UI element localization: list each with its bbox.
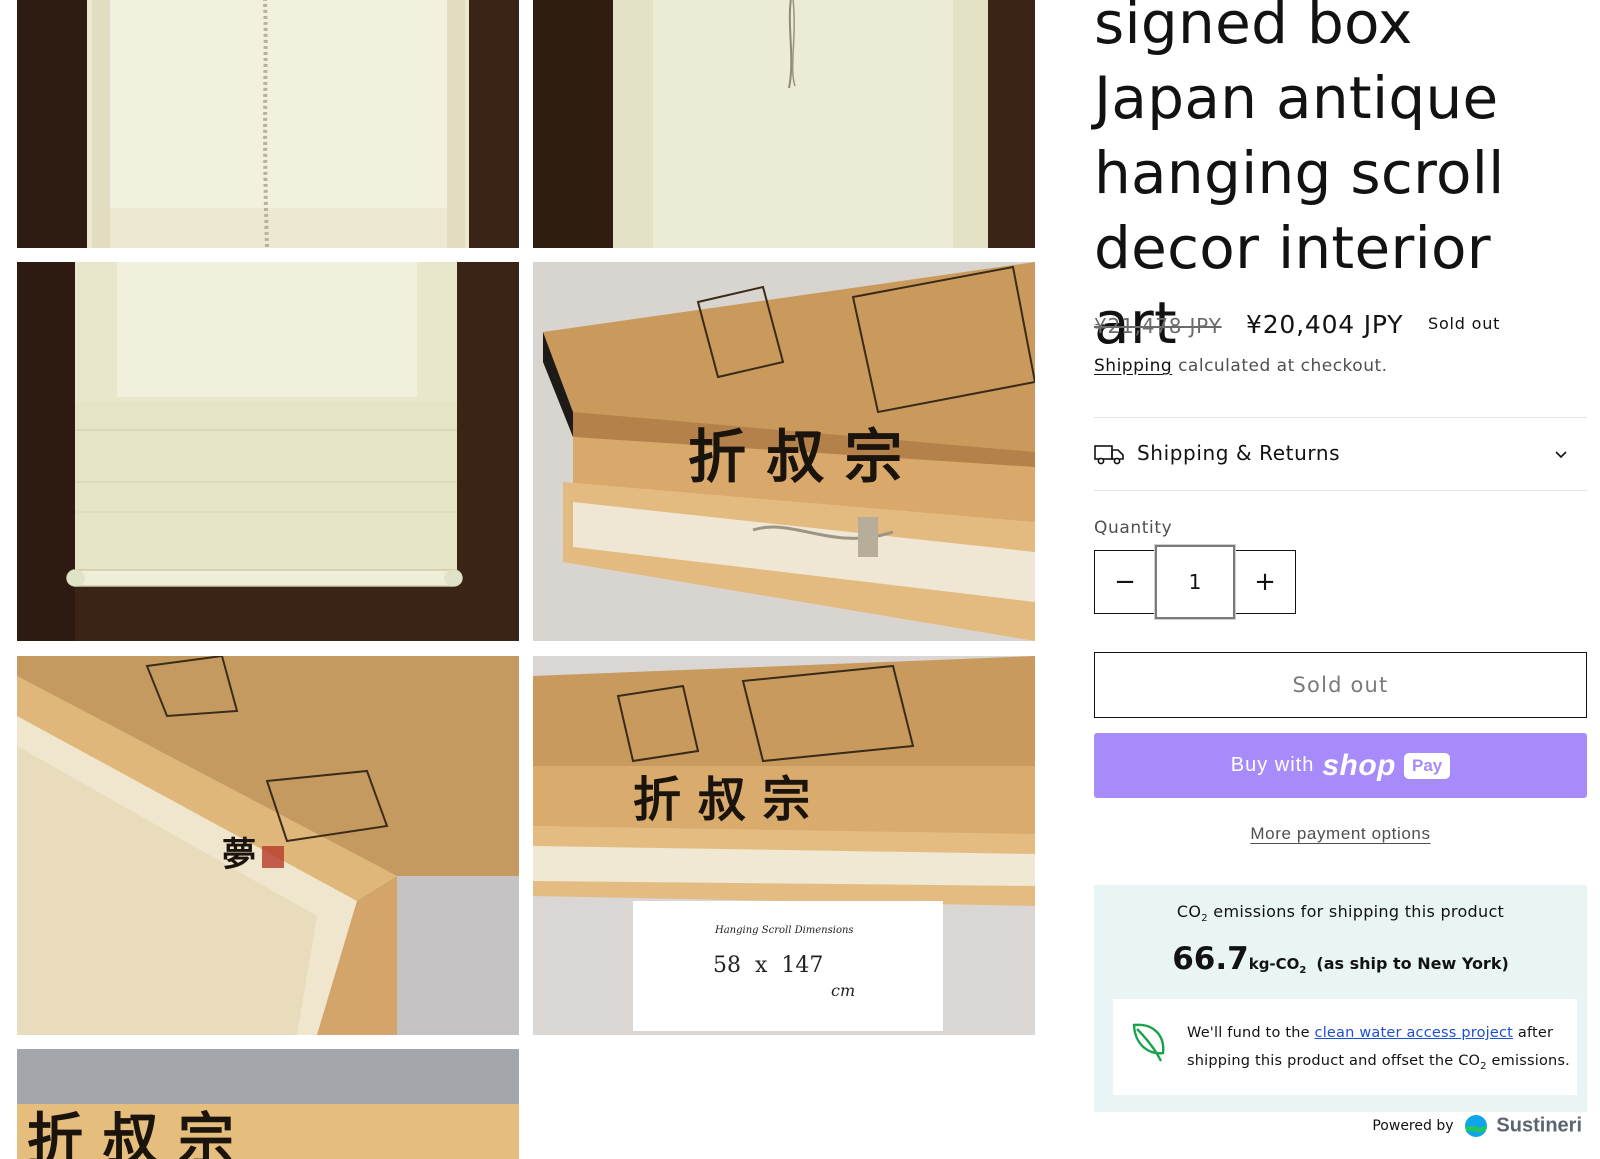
shipping-returns-accordion[interactable]: Shipping & Returns <box>1094 417 1587 491</box>
price-row: ¥21,478 JPY ¥20,404 JPY Sold out <box>1094 310 1587 344</box>
accordion-label: Shipping & Returns <box>1137 441 1341 465</box>
product-title: signed box Japan antique hanging scroll … <box>1094 0 1505 357</box>
co2-unit-sub: 2 <box>1299 965 1307 976</box>
co2-title-post: emissions for shipping this product <box>1207 902 1505 921</box>
quantity-stepper: − + <box>1094 544 1296 620</box>
co2-title-pre: CO <box>1176 902 1202 921</box>
co2-unit-pre: kg-CO <box>1248 955 1300 973</box>
co2-offset-message: We'll fund to the clean water access pro… <box>1187 1019 1572 1081</box>
powered-by-label: Powered by <box>1372 1118 1454 1134</box>
truck-icon <box>1094 445 1124 465</box>
more-payment-options-link[interactable]: More payment options <box>1094 824 1587 844</box>
co2-value-row: 66.7kg-CO2 (as ship to New York) <box>1094 941 1587 977</box>
shipping-note-text: calculated at checkout. <box>1178 356 1388 376</box>
leaf-icon <box>1132 1023 1165 1062</box>
sold-out-badge: Sold out <box>1428 314 1501 333</box>
buy-with-label: Buy with <box>1230 754 1315 776</box>
product-photo-7[interactable]: 折 叔 宗 <box>17 1049 519 1159</box>
co2-msg-pre: We'll fund to the <box>1187 1025 1315 1041</box>
co2-offset-card: We'll fund to the clean water access pro… <box>1113 999 1577 1095</box>
chevron-down-icon <box>1555 451 1567 459</box>
quantity-label: Quantity <box>1094 518 1173 538</box>
product-gallery: 折 叔 宗 夢 折 叔 宗 Hanging Scroll Dimensions … <box>0 0 1040 1159</box>
compare-at-price: ¥21,478 JPY <box>1094 314 1222 338</box>
sustineri-brand: Sustineri <box>1496 1114 1582 1137</box>
product-photo-5[interactable]: 夢 <box>17 656 519 1035</box>
co2-msg-post: emissions. <box>1486 1053 1570 1069</box>
pay-pill: Pay <box>1404 752 1451 779</box>
shop-logo: shop <box>1322 748 1396 782</box>
svg-text:折 叔 宗: 折 叔 宗 <box>688 423 902 491</box>
dimensions-note-title: Hanging Scroll Dimensions <box>715 925 854 936</box>
increase-quantity-button[interactable]: + <box>1235 551 1295 613</box>
co2-title: CO2 emissions for shipping this product <box>1094 902 1587 924</box>
product-photo-3[interactable] <box>17 262 519 641</box>
product-photo-4[interactable]: 折 叔 宗 <box>533 262 1035 641</box>
svg-text:折 叔 宗: 折 叔 宗 <box>27 1107 234 1159</box>
powered-by-sustineri[interactable]: Powered by Sustineri <box>1094 1114 1582 1138</box>
dimensions-note: Hanging Scroll Dimensions 58 x 147 cm <box>633 901 943 1031</box>
clean-water-link[interactable]: clean water access project <box>1315 1025 1514 1041</box>
co2-title-sub: 2 <box>1201 913 1208 925</box>
co2-unit: kg-CO2 <box>1248 955 1307 976</box>
shipping-note: Shipping calculated at checkout. <box>1094 356 1388 376</box>
sold-out-button[interactable]: Sold out <box>1094 652 1587 718</box>
decrease-quantity-button[interactable]: − <box>1095 551 1155 613</box>
quantity-input[interactable] <box>1154 544 1236 620</box>
product-photo-1[interactable] <box>17 0 519 248</box>
dimensions-note-values: 58 x 147 <box>713 953 824 978</box>
co2-widget: CO2 emissions for shipping this product … <box>1094 885 1587 1112</box>
shipping-policy-link[interactable]: Shipping <box>1094 356 1172 376</box>
shop-pay-button[interactable]: Buy with shop Pay <box>1094 733 1587 798</box>
svg-text:夢: 夢 <box>222 835 256 875</box>
dimensions-note-unit: cm <box>831 981 856 1000</box>
product-photo-6[interactable]: 折 叔 宗 Hanging Scroll Dimensions 58 x 147… <box>533 656 1035 1035</box>
product-photo-2[interactable] <box>533 0 1035 248</box>
sustineri-logo-icon <box>1464 1115 1487 1137</box>
co2-destination: (as ship to New York) <box>1316 954 1509 973</box>
svg-text:折 叔 宗: 折 叔 宗 <box>633 772 810 828</box>
co2-number: 66.7 <box>1172 941 1249 977</box>
sale-price: ¥20,404 JPY <box>1246 310 1404 339</box>
